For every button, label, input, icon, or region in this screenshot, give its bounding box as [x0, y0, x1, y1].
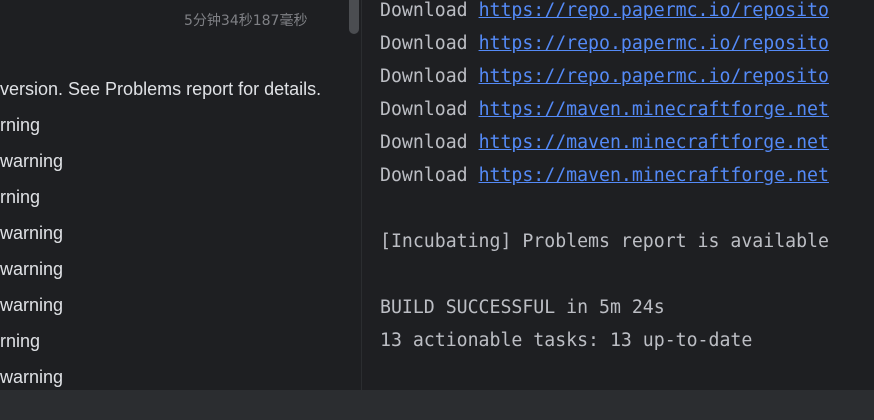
tree-scrollbar-thumb[interactable] — [349, 0, 359, 34]
download-url-link[interactable]: https://maven.minecraftforge.net — [479, 165, 829, 186]
console-download-line: Download https://repo.papermc.io/reposit… — [380, 33, 829, 54]
tree-item-warning[interactable]: warning — [0, 367, 63, 388]
build-window: 5分钟34秒187毫秒 version. See Problems report… — [0, 0, 874, 420]
tree-item-warning[interactable]: warning — [0, 223, 63, 244]
download-prefix: Download — [380, 33, 479, 54]
download-prefix: Download — [380, 0, 479, 21]
download-prefix: Download — [380, 66, 479, 87]
tree-item-warning[interactable]: rning — [0, 331, 40, 352]
console-download-line: Download https://maven.minecraftforge.ne… — [380, 99, 829, 120]
download-url-link[interactable]: https://maven.minecraftforge.net — [479, 132, 829, 153]
download-url-link[interactable]: https://repo.papermc.io/reposito — [479, 66, 829, 87]
tasks-summary-line: 13 actionable tasks: 13 up-to-date — [380, 330, 753, 351]
download-prefix: Download — [380, 99, 479, 120]
console-download-line: Download https://maven.minecraftforge.ne… — [380, 132, 829, 153]
build-duration: 5分钟34秒187毫秒 — [184, 13, 308, 29]
download-url-link[interactable]: https://repo.papermc.io/reposito — [479, 0, 829, 21]
console-download-line: Download https://maven.minecraftforge.ne… — [380, 165, 829, 186]
download-url-link[interactable]: https://repo.papermc.io/reposito — [479, 33, 829, 54]
download-url-link[interactable]: https://maven.minecraftforge.net — [479, 99, 829, 120]
tree-item-warning[interactable]: rning — [0, 115, 40, 136]
download-prefix: Download — [380, 165, 479, 186]
console-output: Download https://repo.papermc.io/reposit… — [362, 0, 874, 390]
tree-item-problems-summary[interactable]: version. See Problems report for details… — [0, 79, 321, 100]
bottom-bar — [0, 390, 874, 420]
tree-item-warning[interactable]: rning — [0, 187, 40, 208]
build-tree-panel: 5分钟34秒187毫秒 version. See Problems report… — [0, 0, 362, 390]
download-prefix: Download — [380, 132, 479, 153]
tree-item-warning[interactable]: warning — [0, 259, 63, 280]
tree-item-warning[interactable]: warning — [0, 151, 63, 172]
console-download-line: Download https://repo.papermc.io/reposit… — [380, 66, 829, 87]
tree-item-warning[interactable]: warning — [0, 295, 63, 316]
console-download-line: Download https://repo.papermc.io/reposit… — [380, 0, 829, 21]
build-result-line: BUILD SUCCESSFUL in 5m 24s — [380, 297, 665, 318]
problems-report-line: [Incubating] Problems report is availabl… — [380, 231, 829, 252]
